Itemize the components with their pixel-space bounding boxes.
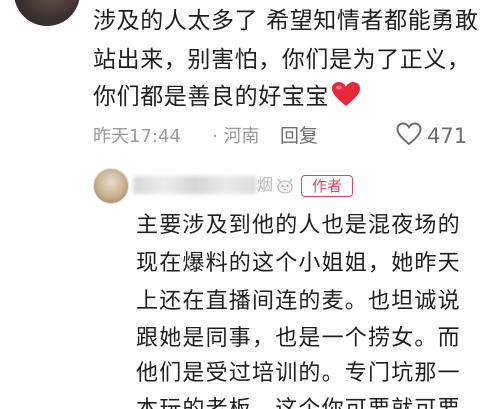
blurred-username: [133, 176, 257, 194]
heart-outline-icon: [396, 122, 422, 150]
comment-timestamp: 昨天17:44: [93, 126, 181, 147]
author-badge: 作者: [301, 175, 353, 197]
comment-text-line: 你们都是善良的好宝宝: [93, 81, 361, 115]
like-button[interactable]: 471: [396, 121, 467, 151]
heart-emoji-icon: [331, 81, 361, 115]
reply-text-line: 主要涉及到他的人也是混夜场的: [136, 213, 461, 238]
reply-text-line: 跟她是同事，也是一个捞女。而: [136, 326, 461, 351]
reply-text-line: 现在爆料的这个小姐姐，她昨天: [136, 251, 461, 276]
comment-location: · 河南: [212, 126, 260, 147]
replier-avatar[interactable]: [93, 168, 129, 204]
reply-text-line: 上还在直播间连的麦。也坦诚说: [136, 289, 461, 314]
commenter-avatar[interactable]: [14, 0, 80, 26]
comment-text: 你们都是善良的好宝宝: [93, 84, 329, 110]
reply-text-line: 本玩的老板，这个你可要就可要: [136, 396, 461, 409]
username-suffix: 烟: [257, 175, 274, 194]
comment-text-line: 站出来，别害怕，你们是为了正义，: [93, 47, 471, 73]
cat-face-icon: [275, 175, 295, 195]
reply-button[interactable]: 回复: [280, 125, 318, 147]
like-count: 471: [427, 124, 468, 148]
reply-text-line: 他们是受过培训的。专门坑那一: [136, 361, 461, 386]
comment-text-line: 涉及的人太多了 希望知情者都能勇敢: [93, 8, 479, 34]
